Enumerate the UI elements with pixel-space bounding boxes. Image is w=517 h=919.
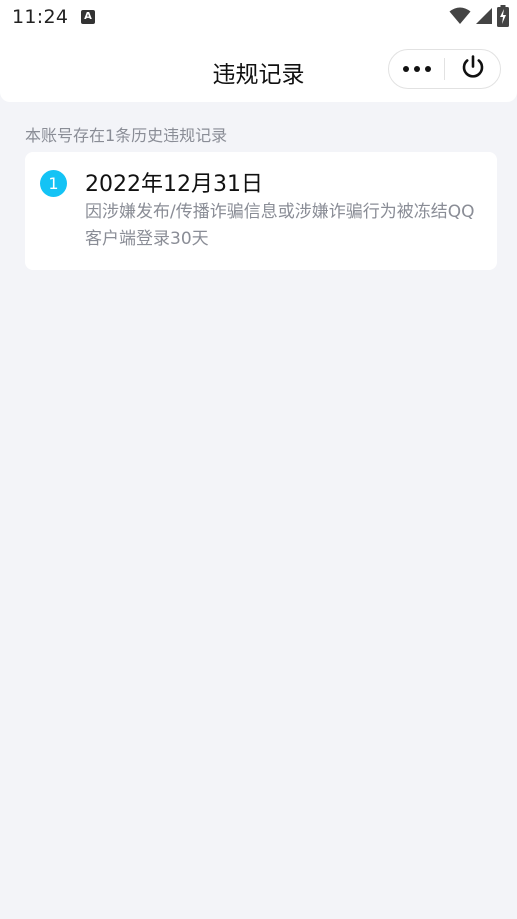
cell-signal-icon [475,7,493,29]
power-icon [459,53,487,85]
record-date: 2022年12月31日 [85,172,263,197]
page-header: 违规记录 [0,38,517,102]
record-summary: 本账号存在1条历史违规记录 [25,126,228,145]
close-button[interactable] [445,50,500,88]
app-notification-icon: A [81,10,95,24]
record-card: 1 2022年12月31日 因涉嫌发布/传播诈骗信息或涉嫌诈骗行为被冻结QQ客户… [25,152,497,270]
status-time: 11:24 [12,6,69,28]
mini-program-capsule [388,49,501,89]
more-dots-icon [402,66,431,72]
status-bar: 11:24 A [0,0,517,38]
record-index-badge: 1 [40,170,67,197]
battery-charging-icon [497,5,509,31]
status-icons [449,5,509,31]
record-description: 因涉嫌发布/传播诈骗信息或涉嫌诈骗行为被冻结QQ客户端登录30天 [85,202,475,249]
wifi-icon [449,7,471,29]
more-button[interactable] [389,50,444,88]
